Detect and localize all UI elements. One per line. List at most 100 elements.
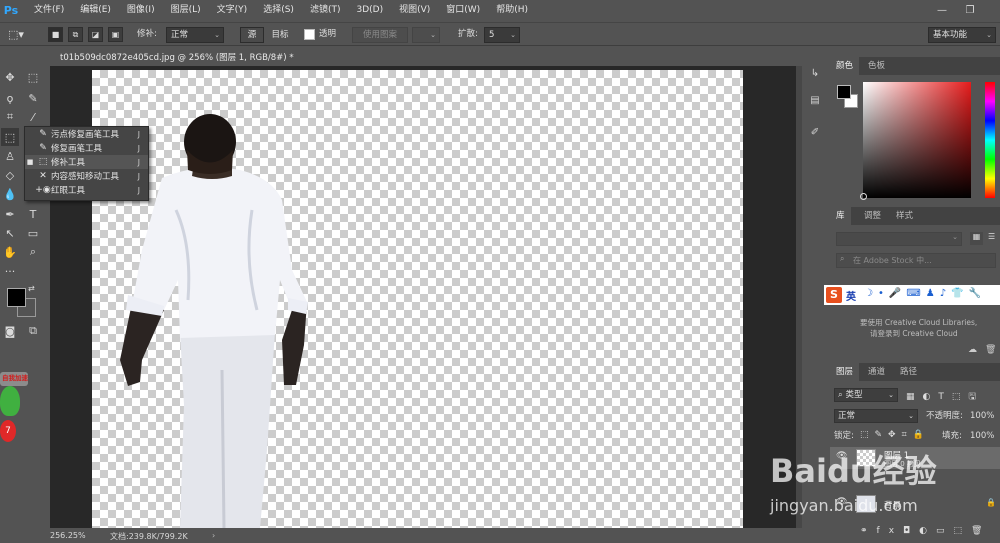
library-login-message-2: 请登录到 Creative Cloud bbox=[870, 329, 958, 338]
grid-view-icon[interactable]: ▦ bbox=[970, 232, 983, 245]
menu-select[interactable]: 选择(S) bbox=[255, 0, 302, 20]
restore-button[interactable]: ❐ bbox=[956, 0, 984, 20]
blur-tool-icon[interactable]: 💧 bbox=[1, 185, 19, 203]
stamp-tool-icon[interactable]: ♙ bbox=[1, 147, 19, 165]
menu-layer[interactable]: 图层(L) bbox=[163, 0, 209, 20]
move-tool-icon[interactable]: ✥ bbox=[1, 68, 19, 86]
tab-layers[interactable]: 图层 bbox=[830, 363, 860, 381]
menu-window[interactable]: 窗口(W) bbox=[438, 0, 488, 20]
menu-filter[interactable]: 滤镜(T) bbox=[302, 0, 349, 20]
zoom-level[interactable]: 256.25% bbox=[50, 531, 86, 540]
target-button[interactable]: 目标 bbox=[266, 27, 294, 43]
screen-mode-icon[interactable]: ⧉ bbox=[24, 322, 42, 340]
color-field[interactable] bbox=[863, 82, 971, 198]
ime-toolbar[interactable]: S 英 ☽•🎤⌨♟♪👕🔧 bbox=[824, 285, 1000, 305]
search-icon: ⌕ bbox=[838, 390, 843, 400]
layer-filter-icons[interactable]: ▦◐T⬚🖫 bbox=[906, 389, 984, 405]
lock-options-icons[interactable]: ⬚✎✥⌗🔒 bbox=[860, 430, 930, 440]
diffusion-select[interactable]: 5 ⌄ bbox=[484, 27, 520, 43]
new-selection-icon[interactable]: ■ bbox=[48, 27, 63, 42]
tab-channels[interactable]: 通道 bbox=[862, 363, 891, 381]
flyout-item-spot-healing[interactable]: ✎ 污点修复画笔工具 J bbox=[25, 127, 148, 141]
flyout-item-shortcut: J bbox=[137, 171, 140, 181]
flyout-item-red-eye[interactable]: +◉ 红眼工具 J bbox=[25, 183, 148, 197]
rectangle-tool-icon[interactable]: ▭ bbox=[24, 224, 42, 242]
fill-value[interactable]: 100% bbox=[970, 429, 994, 443]
blend-mode-select[interactable]: 正常 ⌄ bbox=[834, 409, 918, 423]
subtract-selection-icon[interactable]: ◪ bbox=[88, 27, 103, 42]
menu-help[interactable]: 帮助(H) bbox=[488, 0, 536, 20]
tab-library[interactable]: 库 bbox=[830, 207, 851, 225]
ime-language-label: 英 bbox=[846, 292, 856, 303]
tab-color[interactable]: 颜色 bbox=[830, 57, 860, 75]
mascot-icon bbox=[0, 386, 20, 416]
tab-paths[interactable]: 路径 bbox=[894, 363, 923, 381]
patch-mode-select[interactable]: 正常 ⌄ bbox=[166, 27, 224, 43]
flyout-item-content-aware-move[interactable]: ✕ 内容感知移动工具 J bbox=[25, 169, 148, 183]
type-tool-icon[interactable]: T bbox=[24, 205, 42, 223]
menu-3d[interactable]: 3D(D) bbox=[348, 0, 391, 20]
opacity-value[interactable]: 100% bbox=[970, 409, 994, 423]
tab-adjustments[interactable]: 调整 bbox=[858, 207, 887, 225]
trash-icon[interactable]: 🗑 bbox=[985, 345, 996, 355]
chevron-right-icon[interactable]: › bbox=[212, 531, 215, 540]
lasso-tool-icon[interactable]: ϙ bbox=[1, 89, 19, 107]
healing-tools-flyout: ✎ 污点修复画笔工具 J ✎ 修复画笔工具 J ■ ⬚ 修补工具 J ✕ 内容感… bbox=[24, 126, 149, 201]
swap-colors-icon[interactable]: ⇄ bbox=[28, 284, 35, 293]
flyout-item-label: 修复画笔工具 bbox=[51, 144, 103, 154]
zoom-tool-icon[interactable]: ⌕ bbox=[24, 243, 42, 261]
hand-tool-icon[interactable]: ✋ bbox=[1, 243, 19, 261]
healing-brush-icon: ✎ bbox=[39, 143, 47, 153]
search-icon: ⌕ bbox=[840, 254, 845, 263]
flyout-item-label: 红眼工具 bbox=[51, 186, 86, 196]
cloud-sync-icon[interactable]: ☁ bbox=[968, 345, 977, 355]
chevron-down-icon: ⌄ bbox=[510, 31, 516, 39]
library-select[interactable]: ⌄ bbox=[836, 232, 962, 246]
tab-styles[interactable]: 样式 bbox=[890, 207, 919, 225]
document-tab[interactable]: t01b509dc0872e405cd.jpg @ 256% (图层 1, RG… bbox=[50, 50, 295, 79]
image-canvas[interactable] bbox=[92, 70, 743, 528]
brush-settings-icon[interactable]: ✐ bbox=[807, 124, 823, 140]
intersect-selection-icon[interactable]: ▣ bbox=[108, 27, 123, 42]
path-select-tool-icon[interactable]: ↖ bbox=[1, 224, 19, 242]
menu-view[interactable]: 视图(V) bbox=[391, 0, 438, 20]
color-picker-ring[interactable] bbox=[860, 193, 867, 200]
list-view-icon[interactable]: ☰ bbox=[988, 232, 1000, 245]
layer-actions-icons[interactable]: ⚭fx◘◐▭⬚🗑 bbox=[860, 526, 991, 536]
content-aware-move-icon: ✕ bbox=[39, 171, 47, 181]
transparent-checkbox[interactable] bbox=[304, 29, 315, 40]
quick-select-tool-icon[interactable]: ✎ bbox=[24, 89, 42, 107]
menu-edit[interactable]: 编辑(E) bbox=[72, 0, 119, 20]
quick-mask-icon[interactable]: ◙ bbox=[1, 322, 19, 340]
diffusion-value: 5 bbox=[489, 30, 495, 40]
add-selection-icon[interactable]: ⧉ bbox=[68, 27, 83, 42]
properties-icon[interactable]: ▤ bbox=[807, 92, 823, 108]
pen-tool-icon[interactable]: ✒ bbox=[1, 205, 19, 223]
hue-slider[interactable] bbox=[985, 82, 995, 198]
tab-swatches[interactable]: 色板 bbox=[862, 57, 891, 75]
menu-file[interactable]: 文件(F) bbox=[26, 0, 72, 20]
tool-preset-icon[interactable]: ⬚▾ bbox=[8, 26, 24, 43]
flyout-item-healing-brush[interactable]: ✎ 修复画笔工具 J bbox=[25, 141, 148, 155]
menu-type[interactable]: 文字(Y) bbox=[209, 0, 256, 20]
panel-foreground-swatch[interactable] bbox=[837, 85, 851, 99]
stock-search-input[interactable]: 在 Adobe Stock 中... bbox=[836, 253, 996, 268]
marquee-tool-icon[interactable]: ⬚ bbox=[24, 68, 42, 86]
ad-badge[interactable]: 自我加速 bbox=[0, 372, 28, 386]
workspace-select[interactable]: 基本功能 ⌄ bbox=[928, 27, 996, 43]
crop-tool-icon[interactable]: ⌗ bbox=[1, 108, 19, 126]
use-pattern-button[interactable]: 使用图案 bbox=[352, 27, 408, 43]
pattern-picker[interactable]: ⌄ bbox=[412, 27, 440, 43]
document-info[interactable]: 文档:239.8K/799.2K bbox=[110, 531, 188, 542]
eraser-tool-icon[interactable]: ◇ bbox=[1, 166, 19, 184]
history-icon[interactable]: ↳ bbox=[807, 65, 823, 81]
more-tools-icon[interactable]: ··· bbox=[1, 262, 19, 280]
minimize-button[interactable]: — bbox=[928, 0, 956, 20]
menu-image[interactable]: 图像(I) bbox=[119, 0, 163, 20]
foreground-color-swatch[interactable] bbox=[7, 288, 26, 307]
flyout-item-patch[interactable]: ■ ⬚ 修补工具 J bbox=[25, 155, 148, 169]
eyedropper-tool-icon[interactable]: ⁄ bbox=[24, 108, 42, 126]
layer-filter-select[interactable]: ⌕ 类型 ⌄ bbox=[834, 388, 898, 402]
patch-tool-icon[interactable]: ⬚ bbox=[1, 128, 19, 146]
source-button[interactable]: 源 bbox=[240, 27, 264, 43]
